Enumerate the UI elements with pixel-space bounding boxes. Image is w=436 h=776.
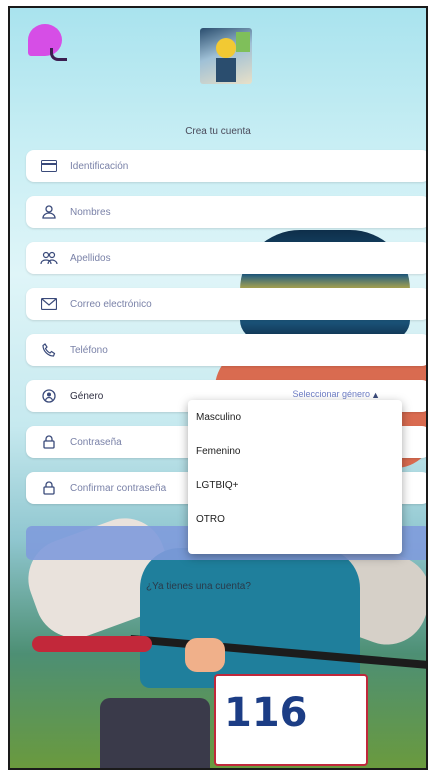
gender-selected-value[interactable]: Seleccionar género	[292, 389, 370, 399]
app-screen: 116 Crea tu cuenta Identificación Nombre…	[8, 6, 428, 770]
phone-placeholder: Teléfono	[70, 344, 108, 356]
email-field[interactable]: Correo electrónico	[26, 288, 426, 320]
profile-photo[interactable]	[200, 28, 252, 84]
group-icon	[36, 251, 62, 265]
password-placeholder: Contraseña	[70, 436, 122, 448]
background-photo-jersey	[140, 548, 360, 688]
gender-dropdown-menu: Masculino Femenino LGTBIQ+ OTRO	[188, 400, 402, 554]
account-circle-icon	[36, 389, 62, 403]
identification-placeholder: Identificación	[70, 160, 129, 172]
phone-field[interactable]: Teléfono	[26, 334, 426, 366]
identification-field[interactable]: Identificación	[26, 150, 426, 182]
gender-option-lgtbiq[interactable]: LGTBIQ+	[188, 468, 402, 502]
background-photo-grip	[32, 636, 152, 652]
person-icon	[36, 205, 62, 219]
gender-label: Género	[70, 390, 104, 402]
gender-option-otro[interactable]: OTRO	[188, 502, 402, 536]
gender-option-masculino[interactable]: Masculino	[188, 400, 402, 434]
lock-icon	[36, 481, 62, 495]
race-bib: 116	[214, 674, 368, 766]
names-field[interactable]: Nombres	[26, 196, 426, 228]
background-photo-legs	[100, 698, 210, 768]
names-placeholder: Nombres	[70, 206, 111, 218]
lock-icon	[36, 435, 62, 449]
gender-option-femenino[interactable]: Femenino	[188, 434, 402, 468]
bib-number: 116	[224, 690, 308, 736]
chevron-up-icon[interactable]: ▲	[371, 390, 380, 400]
app-logo-tail	[50, 48, 67, 61]
confirm-password-placeholder: Confirmar contraseña	[70, 482, 167, 494]
phone-icon	[36, 343, 62, 357]
login-prompt[interactable]: ¿Ya tienes una cuenta?	[146, 581, 251, 592]
page-subtitle: Crea tu cuenta	[185, 126, 251, 137]
mail-icon	[36, 298, 62, 310]
surnames-placeholder: Apellidos	[70, 252, 111, 264]
background-photo-hand	[185, 638, 225, 672]
email-placeholder: Correo electrónico	[70, 298, 152, 310]
surnames-field[interactable]: Apellidos	[26, 242, 426, 274]
id-card-icon	[36, 160, 62, 172]
